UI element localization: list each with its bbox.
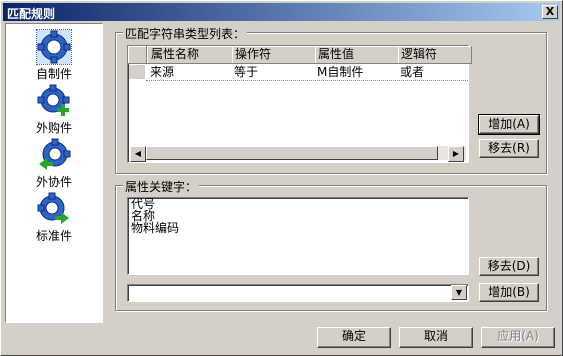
- keyword-list[interactable]: 代号 名称 物料编码: [127, 197, 469, 275]
- sidebar-item-label: 外购件: [35, 121, 72, 135]
- horizontal-scrollbar[interactable]: ◀ ▶: [130, 146, 466, 162]
- remove-condition-button[interactable]: 移去(R): [479, 139, 539, 158]
- sidebar-item-purchased[interactable]: 外购件: [6, 82, 102, 135]
- cancel-button[interactable]: 取消: [399, 327, 473, 348]
- table-cell[interactable]: 等于: [234, 65, 258, 79]
- sidebar-item-label: 自制件: [35, 67, 72, 81]
- chevron-down-icon[interactable]: ▼: [451, 285, 467, 300]
- sidebar-item-label: 标准件: [35, 229, 72, 243]
- scroll-right-icon[interactable]: ▶: [448, 146, 464, 162]
- title-bar: 匹配规则 X: [3, 3, 560, 21]
- list-item[interactable]: 物料编码: [131, 222, 179, 234]
- row-selector[interactable]: [129, 65, 145, 79]
- ok-button[interactable]: 确定: [317, 327, 391, 348]
- sidebar-item-standard[interactable]: 标准件: [6, 190, 102, 243]
- scrollbar-thumb[interactable]: [146, 146, 438, 160]
- column-header[interactable]: 属性名称: [147, 46, 234, 64]
- sidebar-item-outsourced[interactable]: 外协件: [6, 136, 102, 189]
- keyword-group-label: 属性关键字：: [123, 178, 200, 195]
- scroll-left-icon[interactable]: ◀: [130, 146, 146, 162]
- type-list-table[interactable]: 属性名称 操作符 属性值 逻辑符 来源 等于 M自制件 或者 ◀ ▶: [127, 45, 472, 163]
- window-title: 匹配规则: [7, 7, 56, 21]
- table-cell[interactable]: 来源: [150, 65, 174, 79]
- add-keyword-button[interactable]: 增加(B): [479, 283, 539, 302]
- apply-button[interactable]: 应用(A): [481, 327, 555, 348]
- gear-plus-icon: [37, 84, 70, 116]
- type-list-group-label: 匹配字符串类型列表：: [123, 25, 248, 42]
- sidebar-item-self-made[interactable]: 自制件: [6, 28, 102, 81]
- sidebar-item-label: 外协件: [35, 175, 72, 189]
- keyword-combobox[interactable]: ▼: [127, 284, 469, 302]
- column-header[interactable]: 操作符: [232, 46, 316, 64]
- gear-icon: [36, 29, 72, 65]
- add-condition-button[interactable]: 增加(A): [478, 114, 540, 135]
- gear-arrow-left-icon: [39, 138, 71, 170]
- column-header[interactable]: 属性值: [315, 46, 399, 64]
- close-button[interactable]: X: [542, 5, 558, 19]
- table-cell[interactable]: 或者: [400, 65, 424, 79]
- remove-keyword-button[interactable]: 移去(D): [479, 257, 539, 276]
- category-sidebar: 自制件 外购件 外协件 标准件: [5, 23, 103, 323]
- column-header[interactable]: 逻辑符: [398, 46, 472, 64]
- table-cell[interactable]: M自制件: [317, 65, 363, 79]
- gear-arrow-right-icon: [37, 192, 69, 224]
- dialog-window: 匹配规则 X 自制件 外购件 外协件 标准件 匹配字符串类型列表： 属性名称 操…: [0, 0, 563, 356]
- row-header-corner: [128, 46, 147, 64]
